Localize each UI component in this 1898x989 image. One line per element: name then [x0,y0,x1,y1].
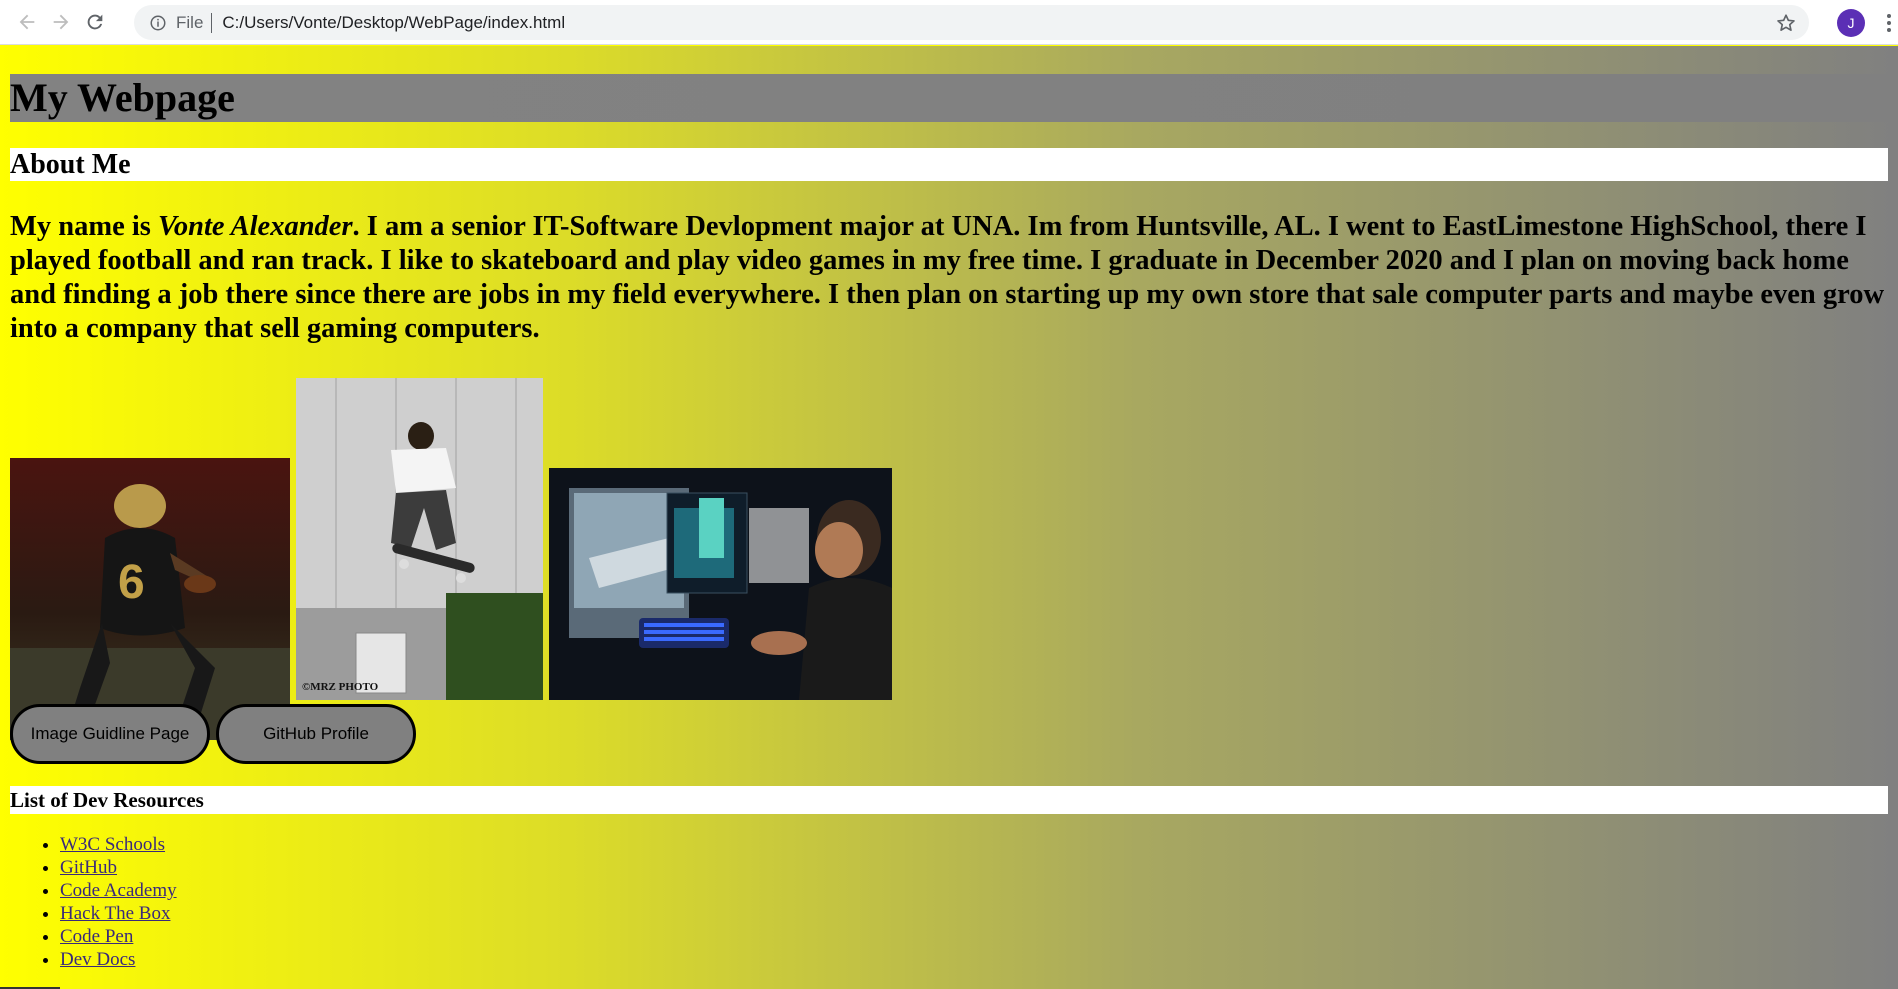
button-row: Image Guidline Page GitHub Profile [10,704,416,764]
bio-prefix: My name is [10,211,159,242]
skateboard-photo: ©MRZ PHOTO [296,378,543,700]
more-menu-icon[interactable] [1882,9,1896,37]
forward-icon[interactable] [46,7,76,37]
resources-heading: List of Dev Resources [10,786,1888,814]
list-item: GitHub [60,856,177,879]
page-viewport: My Webpage About Me My name is Vonte Ale… [0,46,1898,989]
resources-list: W3C Schools GitHub Code Academy Hack The… [10,833,177,971]
photo-gallery: 6 ©MRZ PHOTO [10,378,910,740]
list-item: Code Pen [60,925,177,948]
browser-toolbar: File C:/Users/Vonte/Desktop/WebPage/inde… [0,0,1898,45]
list-item: Hack The Box [60,902,177,925]
resource-link-codeacademy[interactable]: Code Academy [60,880,177,901]
reload-icon[interactable] [80,7,110,37]
back-icon[interactable] [12,7,42,37]
url-separator [211,12,213,33]
profile-avatar[interactable]: J [1837,9,1865,37]
gaming-photo [549,468,892,700]
address-bar[interactable]: File C:/Users/Vonte/Desktop/WebPage/inde… [134,5,1809,40]
url-scheme-label: File [176,12,204,32]
list-item: Dev Docs [60,948,177,971]
image-guideline-button[interactable]: Image Guidline Page [10,704,210,764]
bookmark-star-icon[interactable] [1775,12,1797,34]
list-item: W3C Schools [60,833,177,856]
resource-link-devdocs[interactable]: Dev Docs [60,949,135,970]
about-heading: About Me [10,148,1888,181]
page-title: My Webpage [10,74,1888,122]
info-icon[interactable] [148,13,168,33]
bio-name: Vonte Alexander [158,211,353,242]
resource-link-codepen[interactable]: Code Pen [60,926,133,947]
resource-link-hackthebox[interactable]: Hack The Box [60,903,170,924]
resource-link-github[interactable]: GitHub [60,857,117,878]
football-photo: 6 [10,458,290,740]
photo-watermark: ©MRZ PHOTO [302,681,379,693]
bio-paragraph: My name is Vonte Alexander. I am a senio… [10,210,1888,346]
svg-text:6: 6 [118,556,145,609]
list-item: Code Academy [60,879,177,902]
url-text[interactable]: C:/Users/Vonte/Desktop/WebPage/index.htm… [222,13,565,33]
github-profile-button[interactable]: GitHub Profile [216,704,416,764]
resource-link-w3c[interactable]: W3C Schools [60,834,165,855]
